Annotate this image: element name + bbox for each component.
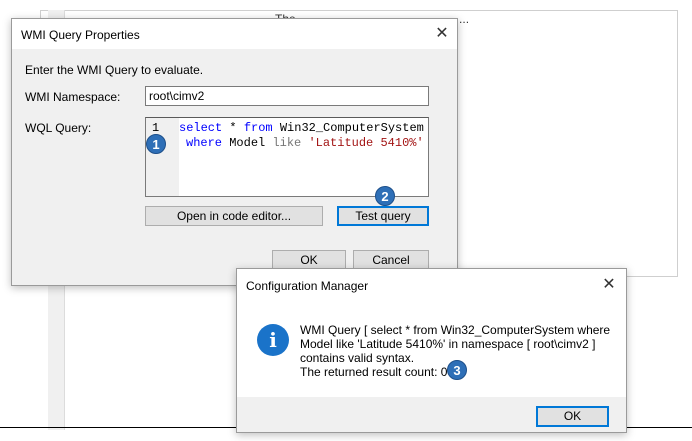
info-icon: i	[257, 324, 289, 356]
close-icon[interactable]: ✕	[599, 275, 619, 295]
cm-ok-button[interactable]: OK	[536, 406, 609, 427]
wmi-dialog-titlebar: WMI Query Properties ✕	[12, 19, 457, 49]
namespace-input[interactable]: root\cimv2	[145, 86, 429, 106]
wmi-query-properties-dialog: WMI Query Properties ✕ Enter the WMI Que…	[11, 18, 458, 286]
message-line: Model like 'Latitude 5410%' in namespace…	[300, 337, 596, 351]
query-operator: *	[222, 121, 244, 135]
query-class: Win32_ComputerSystem	[272, 121, 424, 135]
query-string-literal: 'Latitude 5410%'	[301, 136, 424, 150]
callout-badge-1: 1	[146, 134, 166, 154]
cm-dialog-titlebar: Configuration Manager ✕	[237, 269, 626, 301]
callout-badge-2: 2	[375, 186, 395, 206]
message-line: contains valid syntax.	[300, 351, 415, 365]
keyword-where: where	[186, 136, 223, 150]
keyword-like: like	[272, 136, 302, 150]
message-line: WMI Query [ select * from Win32_Computer…	[300, 323, 611, 337]
line-number: 1	[152, 121, 160, 135]
namespace-label: WMI Namespace:	[25, 90, 121, 104]
close-icon[interactable]: ✕	[432, 24, 452, 44]
test-query-button[interactable]: Test query	[337, 206, 429, 226]
keyword-select: select	[179, 121, 223, 135]
query-line-1: select * from Win32_ComputerSystem	[179, 121, 424, 135]
configuration-manager-dialog: Configuration Manager ✕ i WMI Query [ se…	[236, 268, 627, 433]
cm-message-area: i WMI Query [ select * from Win32_Comput…	[237, 301, 626, 397]
line-number-gutter	[146, 118, 179, 196]
result-count-line: The returned result count: 0	[300, 365, 448, 379]
wmi-dialog-title: WMI Query Properties	[21, 28, 140, 42]
cm-dialog-title: Configuration Manager	[246, 279, 369, 293]
keyword-from: from	[243, 121, 273, 135]
query-line-2: where Model like 'Latitude 5410%'	[186, 136, 424, 150]
wql-query-label: WQL Query:	[25, 121, 92, 135]
open-in-code-editor-button[interactable]: Open in code editor...	[145, 206, 323, 226]
query-property: Model	[222, 136, 273, 150]
wql-query-editor[interactable]: 1 select * from Win32_ComputerSystem whe…	[145, 117, 429, 197]
query-prompt-text: Enter the WMI Query to evaluate.	[25, 63, 204, 77]
callout-badge-3: 3	[447, 360, 467, 380]
ok-button[interactable]: OK	[272, 250, 346, 270]
cancel-button[interactable]: Cancel	[353, 250, 429, 270]
